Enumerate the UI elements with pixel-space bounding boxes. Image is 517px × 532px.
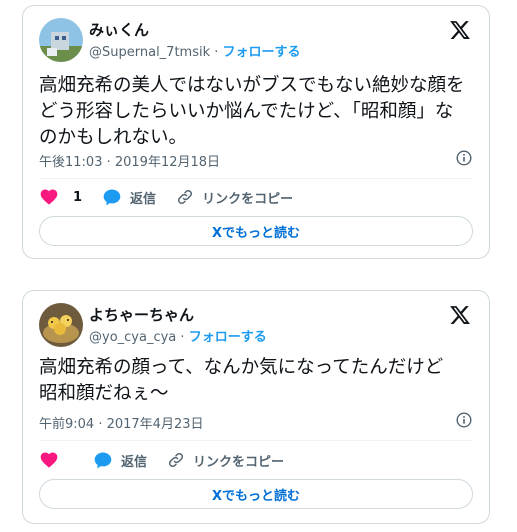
handle-row: @Supernal_7tmsik · フォローする bbox=[89, 41, 301, 60]
avatar[interactable] bbox=[39, 18, 83, 62]
reply-button[interactable]: 返信 bbox=[93, 450, 147, 470]
handle[interactable]: @Supernal_7tmsik bbox=[89, 45, 210, 60]
divider bbox=[39, 440, 473, 441]
avatar[interactable] bbox=[39, 303, 83, 347]
copy-link-label: リンクをコピー bbox=[193, 454, 285, 470]
tweet-text-line: どう形容したらいいか悩んでたけど、「昭和顔」な bbox=[39, 101, 454, 122]
reply-button[interactable]: 返信 bbox=[102, 187, 156, 207]
separator: · bbox=[214, 45, 219, 60]
timestamp[interactable]: 午後11:03 · 2019年12月18日 bbox=[39, 151, 220, 170]
embedded-tweet-1: みぃくん @Supernal_7tmsik · フォローする 高畑充希の美人では… bbox=[22, 5, 490, 259]
read-more-button[interactable]: Xでもっと読む bbox=[39, 479, 473, 509]
avatar-image bbox=[39, 18, 83, 62]
separator: · bbox=[180, 330, 185, 345]
reply-bubble-icon bbox=[103, 189, 121, 206]
tweet-text: 高畑充希の美人ではないがブスでもない絶妙な顔を どう形容したらいいか悩んでたけど… bbox=[39, 73, 479, 151]
action-bar: 返信 リンクをコピー bbox=[39, 449, 304, 471]
heart-icon bbox=[40, 189, 58, 205]
reply-label: 返信 bbox=[130, 191, 157, 207]
tweet-text-line: 昭和顔だねぇ〜 bbox=[39, 383, 169, 404]
tweet-text-line: のかもしれない。 bbox=[39, 127, 188, 148]
copy-link-label: リンクをコピー bbox=[202, 191, 294, 207]
embedded-tweet-2: よちゃーちゃん @yo_cya_cya · フォローする 高畑充希の顔って、なん… bbox=[22, 290, 490, 524]
info-icon[interactable] bbox=[456, 150, 472, 166]
x-logo-icon[interactable] bbox=[449, 304, 471, 326]
divider bbox=[39, 178, 473, 179]
link-icon bbox=[178, 189, 193, 205]
like-count: 1 bbox=[73, 189, 83, 205]
reply-bubble-icon bbox=[94, 452, 112, 469]
copy-link-button[interactable]: リンクをコピー bbox=[176, 188, 293, 207]
heart-icon bbox=[40, 452, 58, 468]
follow-button[interactable]: フォローする bbox=[189, 330, 267, 345]
action-bar: 1 返信 リンクをコピー bbox=[39, 186, 313, 208]
handle-row: @yo_cya_cya · フォローする bbox=[89, 326, 267, 345]
x-logo-icon[interactable] bbox=[449, 19, 471, 41]
info-icon[interactable] bbox=[456, 412, 472, 428]
tweet-text: 高畑充希の顔って、なんか気になってたんだけど 昭和顔だねぇ〜 bbox=[39, 355, 479, 407]
tweet-text-line: 高畑充希の美人ではないがブスでもない絶妙な顔を bbox=[39, 75, 465, 96]
link-icon bbox=[169, 452, 184, 468]
tweet-text-line: 高畑充希の顔って、なんか気になってたんだけど bbox=[39, 357, 444, 378]
copy-link-button[interactable]: リンクをコピー bbox=[167, 451, 284, 470]
display-name[interactable]: よちゃーちゃん bbox=[89, 304, 194, 325]
like-button[interactable] bbox=[39, 450, 73, 470]
display-name[interactable]: みぃくん bbox=[89, 19, 149, 40]
like-button[interactable]: 1 bbox=[39, 187, 82, 207]
read-more-button[interactable]: Xでもっと読む bbox=[39, 216, 473, 246]
follow-button[interactable]: フォローする bbox=[223, 45, 301, 60]
handle[interactable]: @yo_cya_cya bbox=[89, 330, 176, 345]
reply-label: 返信 bbox=[121, 454, 148, 470]
timestamp[interactable]: 午前9:04 · 2017年4月23日 bbox=[39, 413, 204, 432]
avatar-image bbox=[39, 303, 83, 347]
